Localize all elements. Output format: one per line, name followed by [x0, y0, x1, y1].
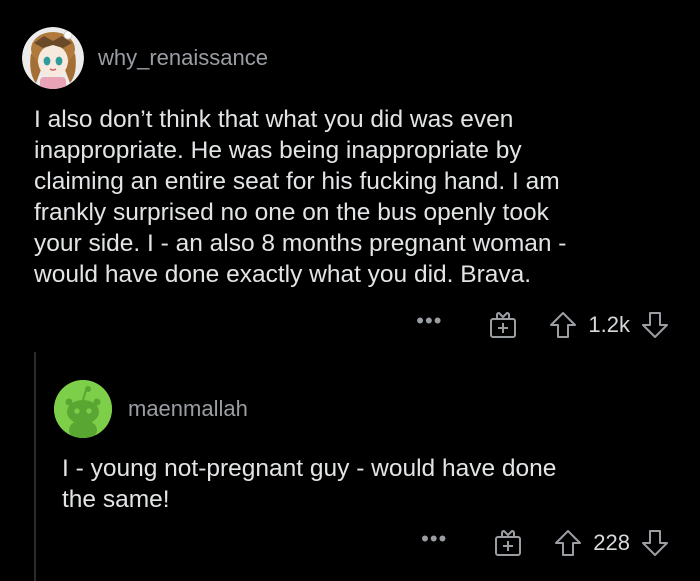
snoo-avatar-icon[interactable] [54, 380, 112, 438]
downvote-arrow-icon[interactable] [640, 528, 670, 558]
reply-more-options-button[interactable]: ••• [421, 528, 447, 558]
thread-line[interactable] [34, 352, 36, 581]
more-options-button[interactable]: ••• [416, 310, 442, 340]
upvote-arrow-icon[interactable] [548, 310, 578, 340]
reply-vote-score: 228 [593, 530, 630, 555]
reply-username[interactable]: maenmallah [128, 396, 248, 422]
anime-avatar-icon[interactable] [22, 27, 84, 89]
comment-actions: ••• 1.2k [416, 305, 670, 345]
reply-actions: ••• 228 [421, 523, 670, 563]
comment-username[interactable]: why_renaissance [98, 45, 268, 71]
vote-score: 1.2k [588, 312, 630, 337]
comment-author-row: why_renaissance [22, 26, 268, 90]
reply-author-row: maenmallah [54, 378, 248, 440]
reply-body: I - young not-pregnant guy - would have … [62, 455, 557, 513]
award-gift-icon[interactable] [488, 310, 518, 340]
award-gift-icon[interactable] [493, 528, 523, 558]
upvote-arrow-icon[interactable] [553, 528, 583, 558]
downvote-arrow-icon[interactable] [640, 310, 670, 340]
comment-body: I also don’t think that what you did was… [34, 106, 567, 288]
